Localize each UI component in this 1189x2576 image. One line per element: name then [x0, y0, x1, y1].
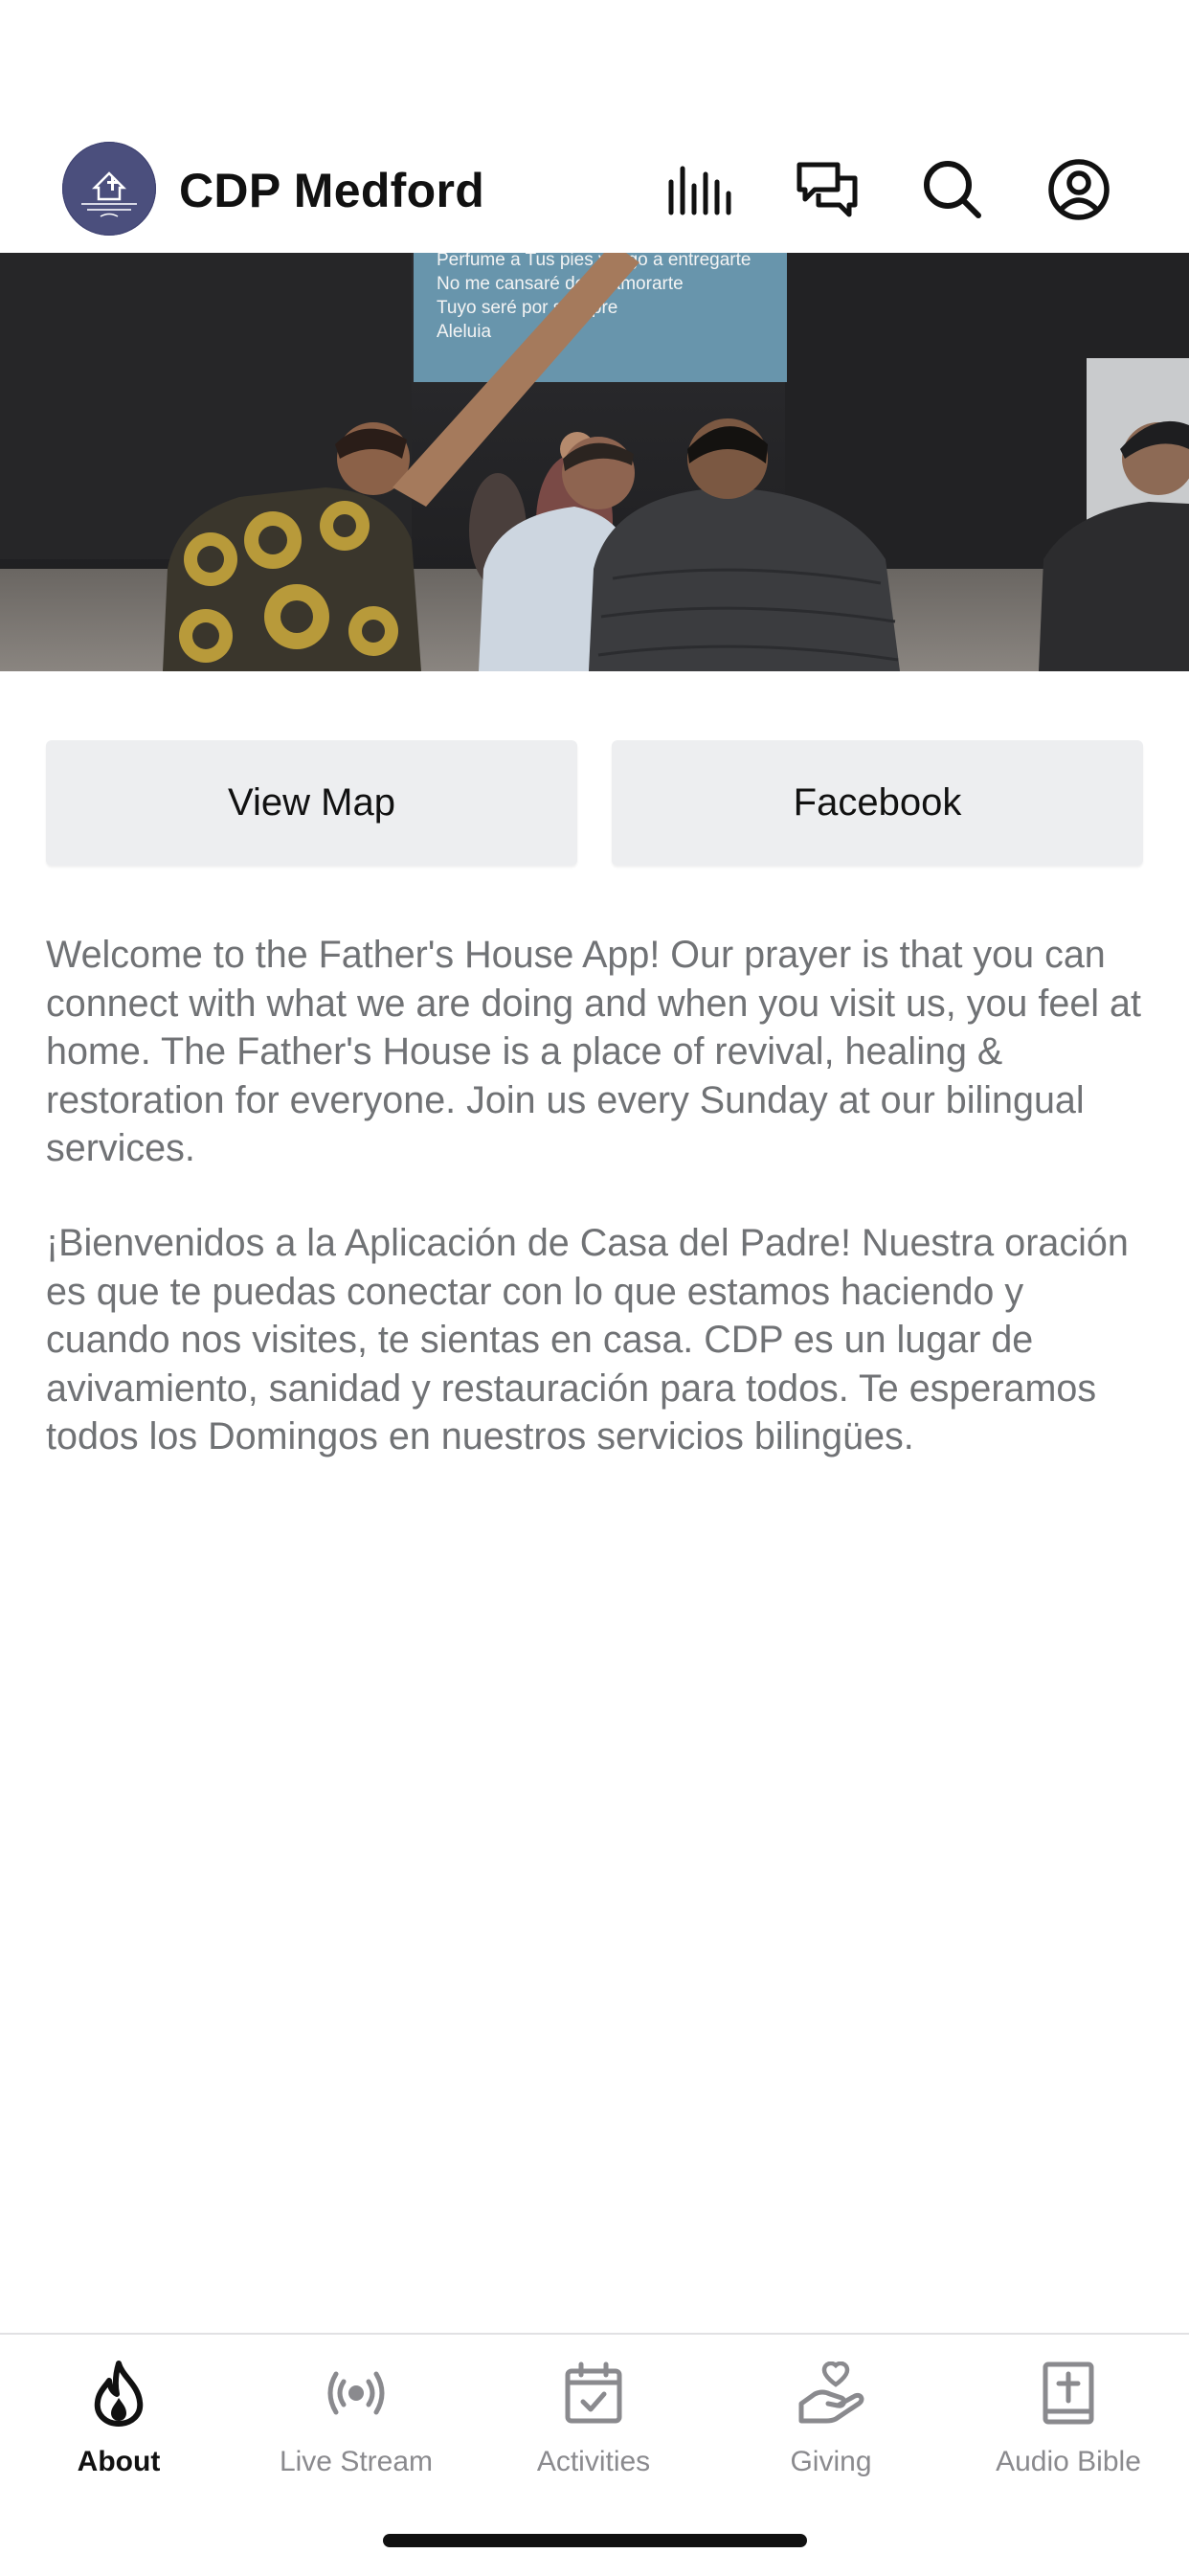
tab-live-stream[interactable]: Live Stream — [237, 2354, 475, 2497]
hero-photo: Perfume a Tus pies vengo a entregarte No… — [0, 253, 1189, 671]
broadcast-icon — [321, 2358, 392, 2429]
tab-activities-label: Activities — [536, 2446, 651, 2477]
welcome-text-spanish: ¡Bienvenidos a la Aplicación de Casa del… — [46, 1222, 1129, 1457]
audio-bars-icon[interactable] — [665, 155, 734, 224]
app-header: CDP Medford — [0, 126, 1189, 253]
calendar-check-icon — [558, 2358, 629, 2429]
search-icon[interactable] — [918, 155, 987, 224]
worship-photo: Perfume a Tus pies vengo a entregarte No… — [0, 253, 1189, 671]
bible-icon — [1033, 2358, 1104, 2429]
church-logo[interactable] — [62, 142, 156, 236]
slide-line-4: Aleluia — [437, 322, 491, 342]
view-map-button[interactable]: View Map — [46, 740, 577, 866]
tab-about-label: About — [77, 2446, 161, 2477]
home-indicator — [383, 2534, 807, 2547]
chat-icon[interactable] — [793, 155, 862, 224]
hand-heart-icon — [796, 2358, 866, 2429]
flame-icon — [83, 2358, 154, 2429]
profile-icon[interactable] — [1044, 155, 1113, 224]
tab-giving-label: Giving — [790, 2446, 872, 2477]
tab-giving[interactable]: Giving — [712, 2354, 950, 2497]
tab-audio-bible[interactable]: Audio Bible — [950, 2354, 1187, 2497]
welcome-text-english: Welcome to the Father's House App! Our p… — [46, 934, 1141, 1169]
tab-about[interactable]: About — [0, 2354, 237, 2497]
facebook-button[interactable]: Facebook — [612, 740, 1143, 866]
app-title: CDP Medford — [179, 164, 485, 217]
tab-activities[interactable]: Activities — [475, 2354, 712, 2497]
tab-live-stream-label: Live Stream — [279, 2446, 434, 2477]
tab-audio-bible-label: Audio Bible — [996, 2446, 1141, 2477]
slide-line-2: No me cansaré de enamorarte — [437, 274, 684, 294]
